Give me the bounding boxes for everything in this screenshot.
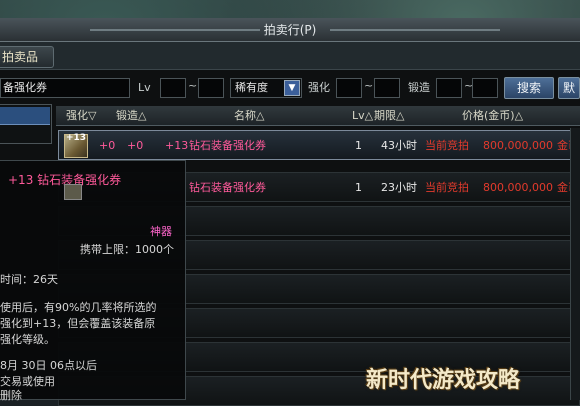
rarity-select-value: 稀有度 xyxy=(235,81,268,94)
forge-label: 锻造 xyxy=(408,81,430,94)
row-name: 钻石装备强化券 xyxy=(189,181,266,194)
row-status: 当前竞拍 xyxy=(425,139,469,152)
rarity-select[interactable]: 稀有度 ▼ xyxy=(230,78,302,98)
lv-max-input[interactable] xyxy=(198,78,224,98)
enhance-label: 强化 xyxy=(308,81,330,94)
tooltip-delete: 删除 xyxy=(0,389,22,402)
row-plus: +13 xyxy=(165,139,189,152)
row-status: 当前竞拍 xyxy=(425,181,469,194)
lv-label: Lv xyxy=(138,81,151,94)
row-enhance: +0 xyxy=(99,139,116,152)
row-forge: +0 xyxy=(127,139,144,152)
enhance-ticket-icon: +13 xyxy=(64,133,88,158)
header-duration[interactable]: 期限△ xyxy=(374,106,404,126)
tooltip-carry-limit: 携带上限：1000个 xyxy=(80,243,174,256)
item-name-input[interactable]: 备强化券 xyxy=(0,78,130,98)
tooltip-desc-3: 强化等级。 xyxy=(0,333,55,346)
tooltip-desc-1: 使用后，有90%的几率将所选的 xyxy=(0,301,157,314)
row-price: 800,000,000 xyxy=(483,139,553,152)
table-scrollbar[interactable] xyxy=(570,128,580,400)
row-price: 800,000,000 xyxy=(483,181,553,194)
header-lv[interactable]: Lv△ xyxy=(352,106,373,126)
table-row[interactable]: +13 +0 +0 +13 钻石装备强化券 1 43小时 当前竞拍 800,00… xyxy=(58,130,580,160)
chevron-down-icon[interactable]: ▼ xyxy=(284,80,300,96)
row-lv: 1 xyxy=(355,139,362,152)
tooltip-date: 8月 30日 06点以后 xyxy=(0,359,97,372)
window-title-bar[interactable]: 拍卖行(P) xyxy=(0,18,580,42)
tab-auction-items[interactable]: 拍卖品 xyxy=(0,46,54,68)
category-item-selected[interactable] xyxy=(0,107,50,125)
enhance-max-input[interactable] xyxy=(374,78,400,98)
header-name[interactable]: 名称△ xyxy=(234,106,264,126)
lv-min-input[interactable] xyxy=(160,78,186,98)
row-name: 钻石装备强化券 xyxy=(189,139,266,152)
table-header: 强化▽ 锻造△ 名称△ Lv△ 期限△ 价格(金币)△ xyxy=(56,106,580,126)
tooltip-desc-2: 强化到+13，但会覆盖该装备原 xyxy=(0,317,156,330)
enhance-range-tilde: ~ xyxy=(364,79,374,92)
title-ornament-right xyxy=(330,29,500,31)
header-forge[interactable]: 锻造△ xyxy=(116,106,146,126)
forge-min-input[interactable] xyxy=(436,78,462,98)
row-duration: 23小时 xyxy=(381,181,417,194)
row-lv: 1 xyxy=(355,181,362,194)
tooltip-grade: 神器 xyxy=(150,225,172,238)
tab-strip xyxy=(0,42,580,70)
category-list xyxy=(0,104,52,144)
title-ornament-left xyxy=(90,29,260,31)
item-plus-badge: +13 xyxy=(66,133,87,143)
search-button[interactable]: 搜索 xyxy=(504,77,554,99)
filter-bar: 备强化券 Lv ~ 稀有度 ▼ 强化 ~ 锻造 ~ 搜索 默 xyxy=(0,76,580,102)
item-tooltip: +13 钻石装备强化券 神器 携带上限：1000个 时间：26天 使用后，有90… xyxy=(0,160,186,402)
forge-max-input[interactable] xyxy=(472,78,498,98)
reset-button[interactable]: 默 xyxy=(558,77,580,99)
header-enhance[interactable]: 强化▽ xyxy=(66,106,96,126)
tooltip-time: 时间：26天 xyxy=(0,273,58,286)
enhance-min-input[interactable] xyxy=(336,78,362,98)
row-duration: 43小时 xyxy=(381,139,417,152)
site-watermark: 新时代游戏攻略 xyxy=(366,368,521,393)
tooltip-item-icon xyxy=(64,184,82,200)
window-title: 拍卖行(P) xyxy=(263,23,317,37)
header-price[interactable]: 价格(金币)△ xyxy=(462,106,523,126)
lv-range-tilde: ~ xyxy=(188,79,198,92)
